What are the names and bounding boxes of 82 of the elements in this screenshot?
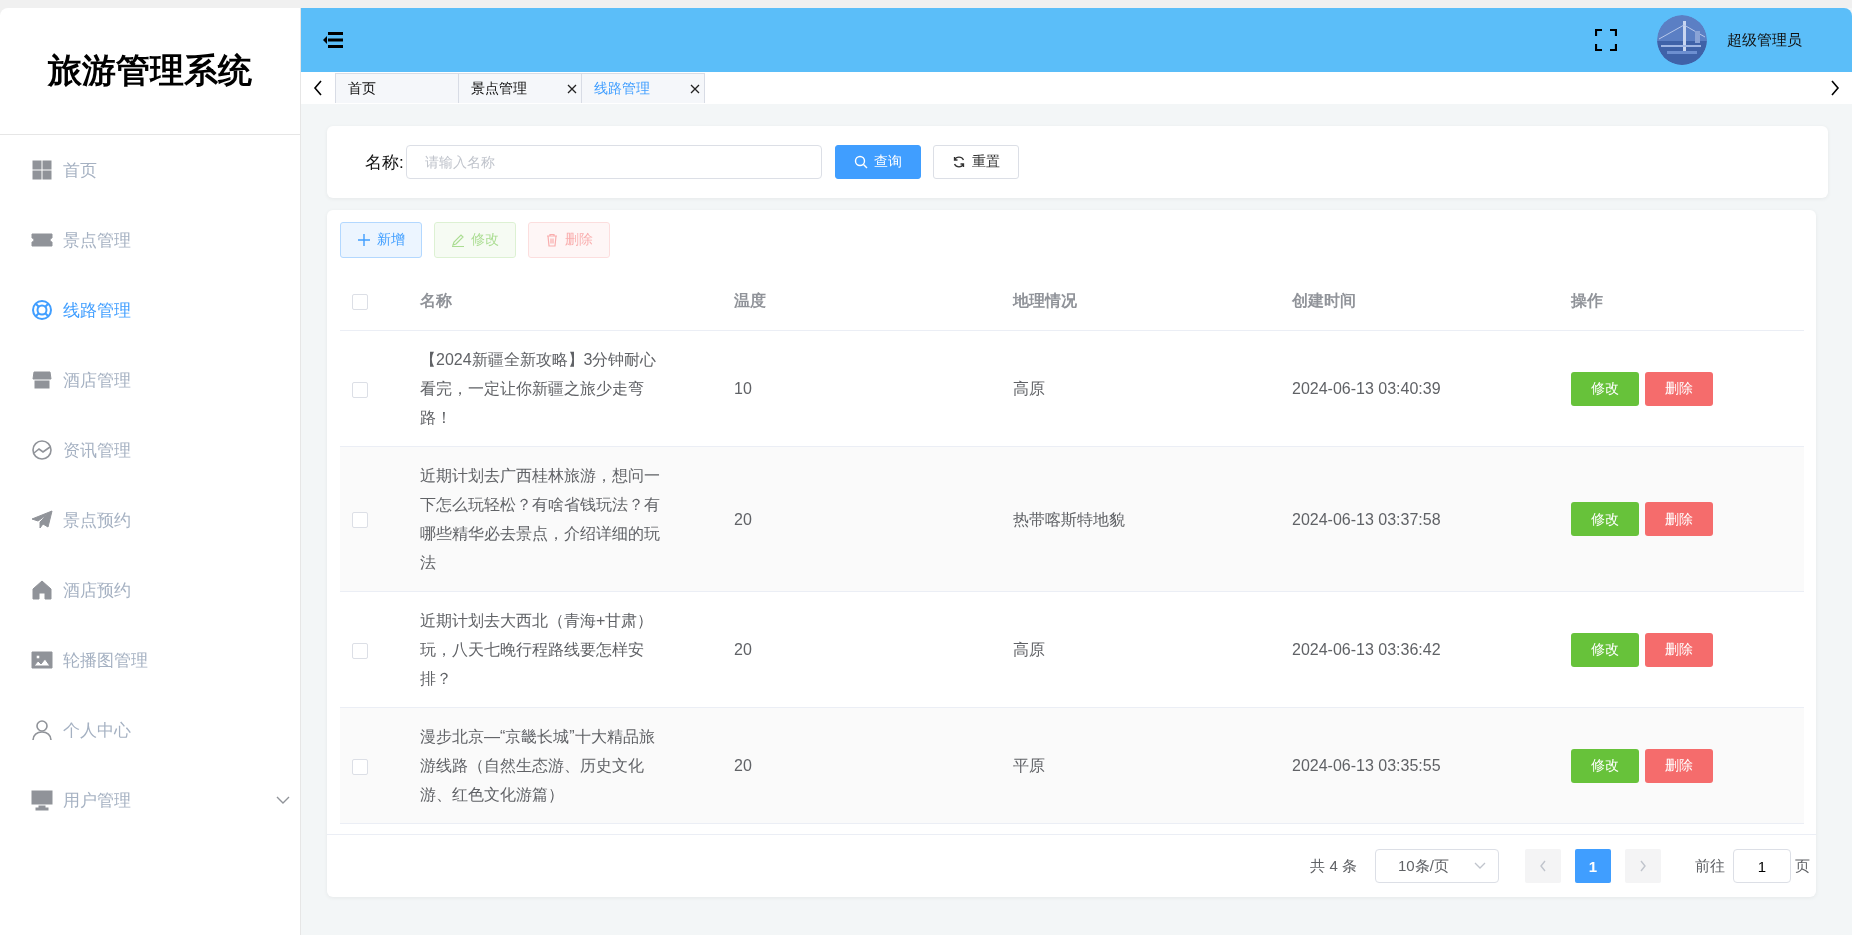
trash-icon	[545, 233, 559, 247]
menu-item[interactable]: 首页	[0, 135, 300, 205]
delete-button[interactable]: 删除	[1645, 502, 1713, 536]
table-cell-text: 近期计划去广西桂林旅游，想问一下怎么玩轻松？有啥省钱玩法？有哪些精华必去景点，介绍详细的玩法	[420, 466, 661, 573]
pencil-icon	[451, 233, 465, 247]
table-cell: 2024-06-13 03:40:39	[1292, 380, 1441, 397]
table-cell: 2024-06-13 03:36:42	[1292, 641, 1441, 658]
delete-button[interactable]: 删除	[1645, 371, 1713, 406]
house-icon	[31, 579, 53, 601]
menu-item[interactable]: 景点管理	[0, 205, 300, 275]
table-cell: 2024-06-13 03:37:58	[1292, 510, 1441, 528]
checkbox[interactable]	[352, 381, 368, 398]
page-number-field[interactable]: 1	[1733, 849, 1791, 883]
edit-button[interactable]: 修改	[1571, 748, 1639, 783]
table-cell-text: 漫步北京—“京畿长城”十大精品旅游线路（自然生态游、历史文化游、红色文化游篇）	[420, 727, 656, 805]
edit-button[interactable]: 修改	[1571, 371, 1639, 406]
search-icon	[853, 155, 868, 169]
add-button[interactable]: 新增	[340, 222, 422, 258]
chevron-down-icon	[1474, 862, 1486, 870]
table-cell-text: 近期计划去大西北（青海+甘肃）玩，八天七晚行程路线要怎样安排？	[420, 611, 655, 689]
user-name: 超级管理员	[1727, 30, 1802, 50]
user-icon	[31, 719, 53, 741]
chevron-left-icon	[1539, 860, 1547, 872]
search-button[interactable]: 查询	[834, 145, 921, 179]
tab[interactable]: 首页	[335, 73, 459, 103]
table-cell: 20	[734, 641, 752, 658]
table-cell: 10	[734, 380, 752, 397]
chevron-right-icon	[1830, 80, 1840, 96]
table-cell: 2024-06-13 03:35:55	[1292, 757, 1441, 774]
column-header: 地理情况	[1013, 291, 1077, 309]
grid-icon	[31, 159, 53, 181]
image-icon	[31, 649, 53, 671]
page-button[interactable]: 1	[1575, 849, 1611, 883]
refresh-icon	[951, 155, 966, 169]
tab[interactable]: 线路管理	[581, 73, 705, 103]
paper-plane-icon	[31, 509, 53, 531]
lifebuoy-icon	[31, 299, 53, 321]
table-cell: 20	[734, 757, 752, 774]
column-header: 名称	[420, 291, 452, 309]
table-cell: 高原	[1013, 641, 1045, 658]
chevron-left-icon	[313, 80, 323, 96]
app-title: 旅游管理系统	[48, 50, 252, 91]
page-suffix: 页	[1795, 856, 1810, 876]
checkbox[interactable]	[352, 642, 368, 659]
checkbox[interactable]	[352, 293, 368, 310]
checkbox[interactable]	[352, 512, 368, 529]
edit-button[interactable]: 修改	[1571, 632, 1639, 667]
table-cell: 热带喀斯特地貌	[1013, 510, 1125, 528]
edit-button[interactable]: 修改	[1571, 502, 1639, 536]
store-icon	[31, 369, 53, 391]
page-size-select[interactable]: 10条/页	[1375, 849, 1499, 883]
menu-item[interactable]: 景点预约	[0, 485, 300, 555]
menu-item[interactable]: 轮播图管理	[0, 625, 300, 695]
tab[interactable]: 景点管理	[458, 73, 582, 103]
menu-item[interactable]: 线路管理	[0, 275, 300, 345]
menu-item[interactable]: 用户管理	[0, 765, 300, 835]
menu-item[interactable]: 酒店预约	[0, 555, 300, 625]
chart-icon	[31, 439, 53, 461]
menu-item[interactable]: 酒店管理	[0, 345, 300, 415]
table-cell: 20	[734, 510, 752, 528]
field-label: 名称:	[365, 151, 404, 174]
table-cell: 高原	[1013, 380, 1045, 397]
chevron-down-icon	[276, 795, 290, 805]
chevron-right-icon	[1639, 860, 1647, 872]
column-header: 操作	[1571, 291, 1603, 309]
column-header: 温度	[734, 291, 766, 309]
table-cell: 平原	[1013, 757, 1045, 774]
table-cell-text: 【2024新疆全新攻略】3分钟耐心看完，一定让你新疆之旅少走弯路！	[420, 350, 658, 428]
goto-label: 前往	[1695, 856, 1725, 876]
checkbox[interactable]	[352, 758, 368, 775]
delete-button[interactable]: 删除	[1645, 748, 1713, 783]
column-header: 创建时间	[1292, 291, 1356, 309]
total-count: 共 4 条	[1310, 856, 1357, 876]
reset-button[interactable]: 重置	[932, 145, 1019, 179]
menu-icon	[323, 31, 343, 49]
menu-item[interactable]: 资讯管理	[0, 415, 300, 485]
plus-icon	[357, 233, 371, 247]
menu-item[interactable]: 个人中心	[0, 695, 300, 765]
fullscreen-icon	[1595, 29, 1617, 51]
monitor-icon	[31, 789, 53, 811]
delete-button[interactable]: 删除	[1645, 632, 1713, 667]
search-field[interactable]: 请输入名称	[405, 145, 822, 179]
